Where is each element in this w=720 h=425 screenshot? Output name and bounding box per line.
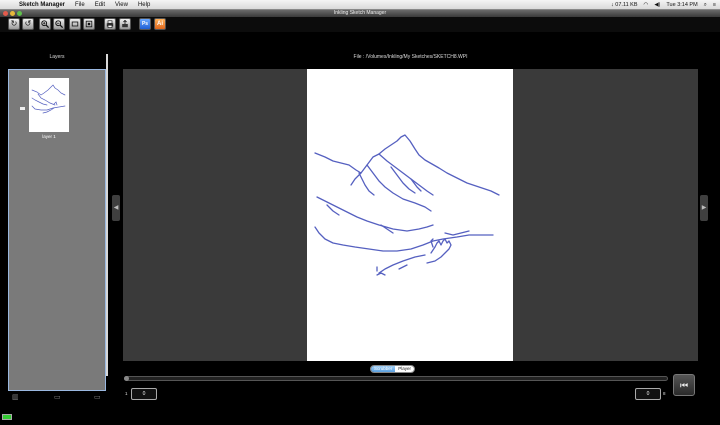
menu-app-name[interactable]: Sketch Manager: [14, 2, 70, 8]
menu-edit[interactable]: Edit: [90, 2, 110, 8]
new-layer-icon[interactable]: ▭: [54, 394, 61, 401]
layer-visibility-marker[interactable]: [20, 107, 25, 110]
zoom-out-icon: [55, 20, 63, 28]
fit-page-button[interactable]: [83, 18, 95, 30]
print-button[interactable]: [104, 18, 116, 30]
status-area: ↓ 07.11 KB ◠ ◀) Tue 3:14 PM ⌕ ≡: [611, 0, 716, 10]
layers-title: Layers: [49, 54, 65, 60]
file-path-label: File : /Volumes/Inkling/My Sketches/SKET…: [353, 54, 468, 60]
timeline-handle[interactable]: [124, 376, 129, 381]
scrubber-mode-button[interactable]: Scrubber: [371, 366, 396, 372]
layer-thumbnail-sketch: [31, 84, 66, 114]
canvas-area: [123, 69, 698, 361]
layers-divider[interactable]: [106, 54, 108, 376]
arrow-right-icon: ▶: [701, 205, 707, 211]
next-page-button[interactable]: ▶: [700, 195, 708, 221]
toolbar: ↻ ↺ Ps Ai: [0, 17, 720, 32]
menu-bar: Sketch Manager File Edit View Help ↓ 07.…: [0, 0, 720, 10]
end-label: 8: [663, 391, 666, 396]
notifications-icon[interactable]: ≡: [713, 2, 716, 8]
window-title: Inkling Sketch Manager: [333, 10, 387, 16]
fit-page-icon: [85, 20, 93, 28]
rewind-button[interactable]: ⏮: [673, 374, 695, 396]
rotate-counterclockwise-icon: ↺: [24, 19, 32, 28]
skip-to-start-icon: ⏮: [679, 380, 689, 390]
zoom-in-button[interactable]: [39, 18, 51, 30]
wifi-icon[interactable]: ◠: [644, 2, 649, 8]
menu-view[interactable]: View: [110, 2, 133, 8]
rotate-clockwise-button[interactable]: ↻: [8, 18, 20, 30]
layers-panel: layer 1: [8, 69, 106, 391]
previous-page-button[interactable]: ◀: [112, 195, 120, 221]
window-titlebar: Inkling Sketch Manager: [0, 10, 720, 17]
window-minimize-button[interactable]: [10, 11, 15, 16]
window-close-button[interactable]: [3, 11, 8, 16]
spotlight-icon[interactable]: ⌕: [704, 2, 707, 9]
network-speed: ↓ 07.11 KB: [611, 2, 638, 8]
window-zoom-button[interactable]: [17, 11, 22, 16]
mode-toggle: Scrubber Player: [370, 365, 416, 373]
delete-layer-icon[interactable]: ▥: [12, 394, 19, 401]
start-label: 1: [125, 391, 128, 396]
photoshop-button[interactable]: Ps: [139, 18, 151, 30]
export-button[interactable]: [119, 18, 131, 30]
menu-help[interactable]: Help: [133, 2, 155, 8]
clock[interactable]: Tue 3:14 PM: [666, 2, 697, 8]
arrow-left-icon: ◀: [113, 205, 119, 211]
start-frame-field[interactable]: 0: [131, 388, 157, 400]
sketch-page[interactable]: [307, 69, 513, 361]
fit-width-button[interactable]: [69, 18, 81, 30]
zoom-out-button[interactable]: [53, 18, 65, 30]
export-icon: [122, 20, 128, 28]
illustrator-button[interactable]: Ai: [154, 18, 166, 30]
rotate-counterclockwise-button[interactable]: ↺: [22, 18, 34, 30]
battery-icon: [2, 414, 12, 420]
end-frame-field[interactable]: 0: [635, 388, 661, 400]
illustrator-icon: Ai: [157, 21, 163, 27]
fit-width-icon: [71, 21, 79, 27]
print-icon: [106, 20, 114, 28]
sketch-drawing: [314, 134, 500, 276]
timeline-slider[interactable]: [124, 376, 668, 381]
layer-label[interactable]: layer 1: [29, 134, 69, 139]
volume-icon[interactable]: ◀): [654, 2, 660, 8]
duplicate-layer-icon[interactable]: ▭: [94, 394, 101, 401]
layer-thumbnail[interactable]: [29, 78, 69, 132]
player-mode-button[interactable]: Player: [395, 366, 415, 372]
menu-file[interactable]: File: [70, 2, 90, 8]
rotate-clockwise-icon: ↻: [10, 19, 18, 28]
photoshop-icon: Ps: [141, 20, 149, 27]
zoom-in-icon: [41, 20, 49, 28]
